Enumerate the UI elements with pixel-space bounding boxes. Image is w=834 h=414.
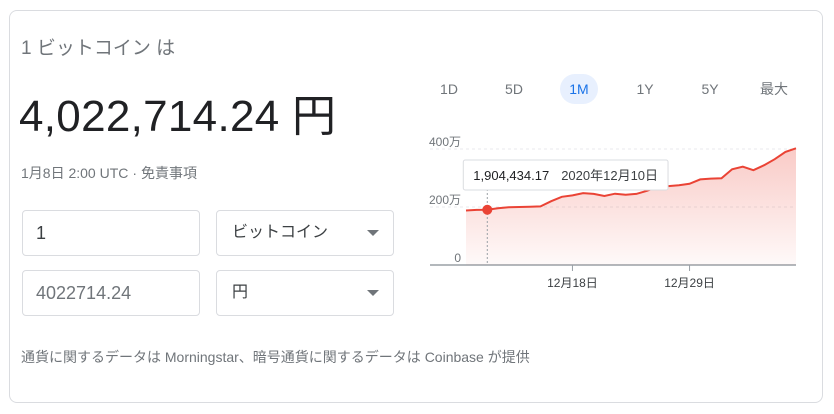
- price-meta: 1月8日 2:00 UTC · 免責事項: [21, 163, 197, 183]
- chevron-down-icon: [367, 290, 379, 296]
- x-tick-label: 12月29日: [664, 276, 715, 290]
- y-tick-label: 200万: [429, 193, 461, 207]
- y-tick-label: 400万: [429, 135, 461, 149]
- x-tick-label: 12月18日: [547, 276, 598, 290]
- range-tab-max[interactable]: 最大: [752, 74, 796, 104]
- data-source-note: 通貨に関するデータは Morningstar、暗号通貨に関するデータは Coin…: [21, 349, 530, 365]
- meta-separator: ·: [132, 165, 138, 181]
- amount-to-field[interactable]: [22, 270, 200, 316]
- range-tab-1d[interactable]: 1D: [430, 74, 468, 104]
- price-chart[interactable]: 0 200万 400万 12月18日 12月29日 1,904,434.17 2020年…: [406, 135, 802, 295]
- range-tab-1y[interactable]: 1Y: [626, 74, 664, 104]
- currency-from-select[interactable]: ビットコイン: [216, 210, 394, 256]
- range-tab-5d[interactable]: 5D: [495, 74, 533, 104]
- amount-from-field[interactable]: [22, 210, 200, 256]
- currency-to-label: 円: [232, 284, 249, 301]
- range-tab-5y[interactable]: 5Y: [691, 74, 729, 104]
- currency-to-select[interactable]: 円: [216, 270, 394, 316]
- conversion-header: 1 ビットコイン は: [21, 38, 176, 59]
- range-tab-1m[interactable]: 1M: [560, 74, 598, 104]
- time-range-tabs: 1D 5D 1M 1Y 5Y 最大: [416, 74, 796, 104]
- converted-price: 4,022,714.24 円: [19, 92, 337, 141]
- amount-from-input[interactable]: [36, 211, 199, 256]
- tooltip-value: 1,904,434.17: [473, 168, 549, 183]
- y-tick-label: 0: [454, 251, 461, 265]
- amount-to-input[interactable]: [36, 271, 199, 316]
- chevron-down-icon: [367, 230, 379, 236]
- timestamp: 1月8日 2:00 UTC: [21, 165, 129, 181]
- tooltip-date: 2020年12月10日: [561, 168, 658, 183]
- hover-point: [482, 204, 493, 215]
- disclaimer-link[interactable]: 免責事項: [141, 165, 197, 181]
- chart-tooltip: 1,904,434.17 2020年12月10日: [462, 159, 669, 191]
- currency-from-label: ビットコイン: [232, 224, 329, 241]
